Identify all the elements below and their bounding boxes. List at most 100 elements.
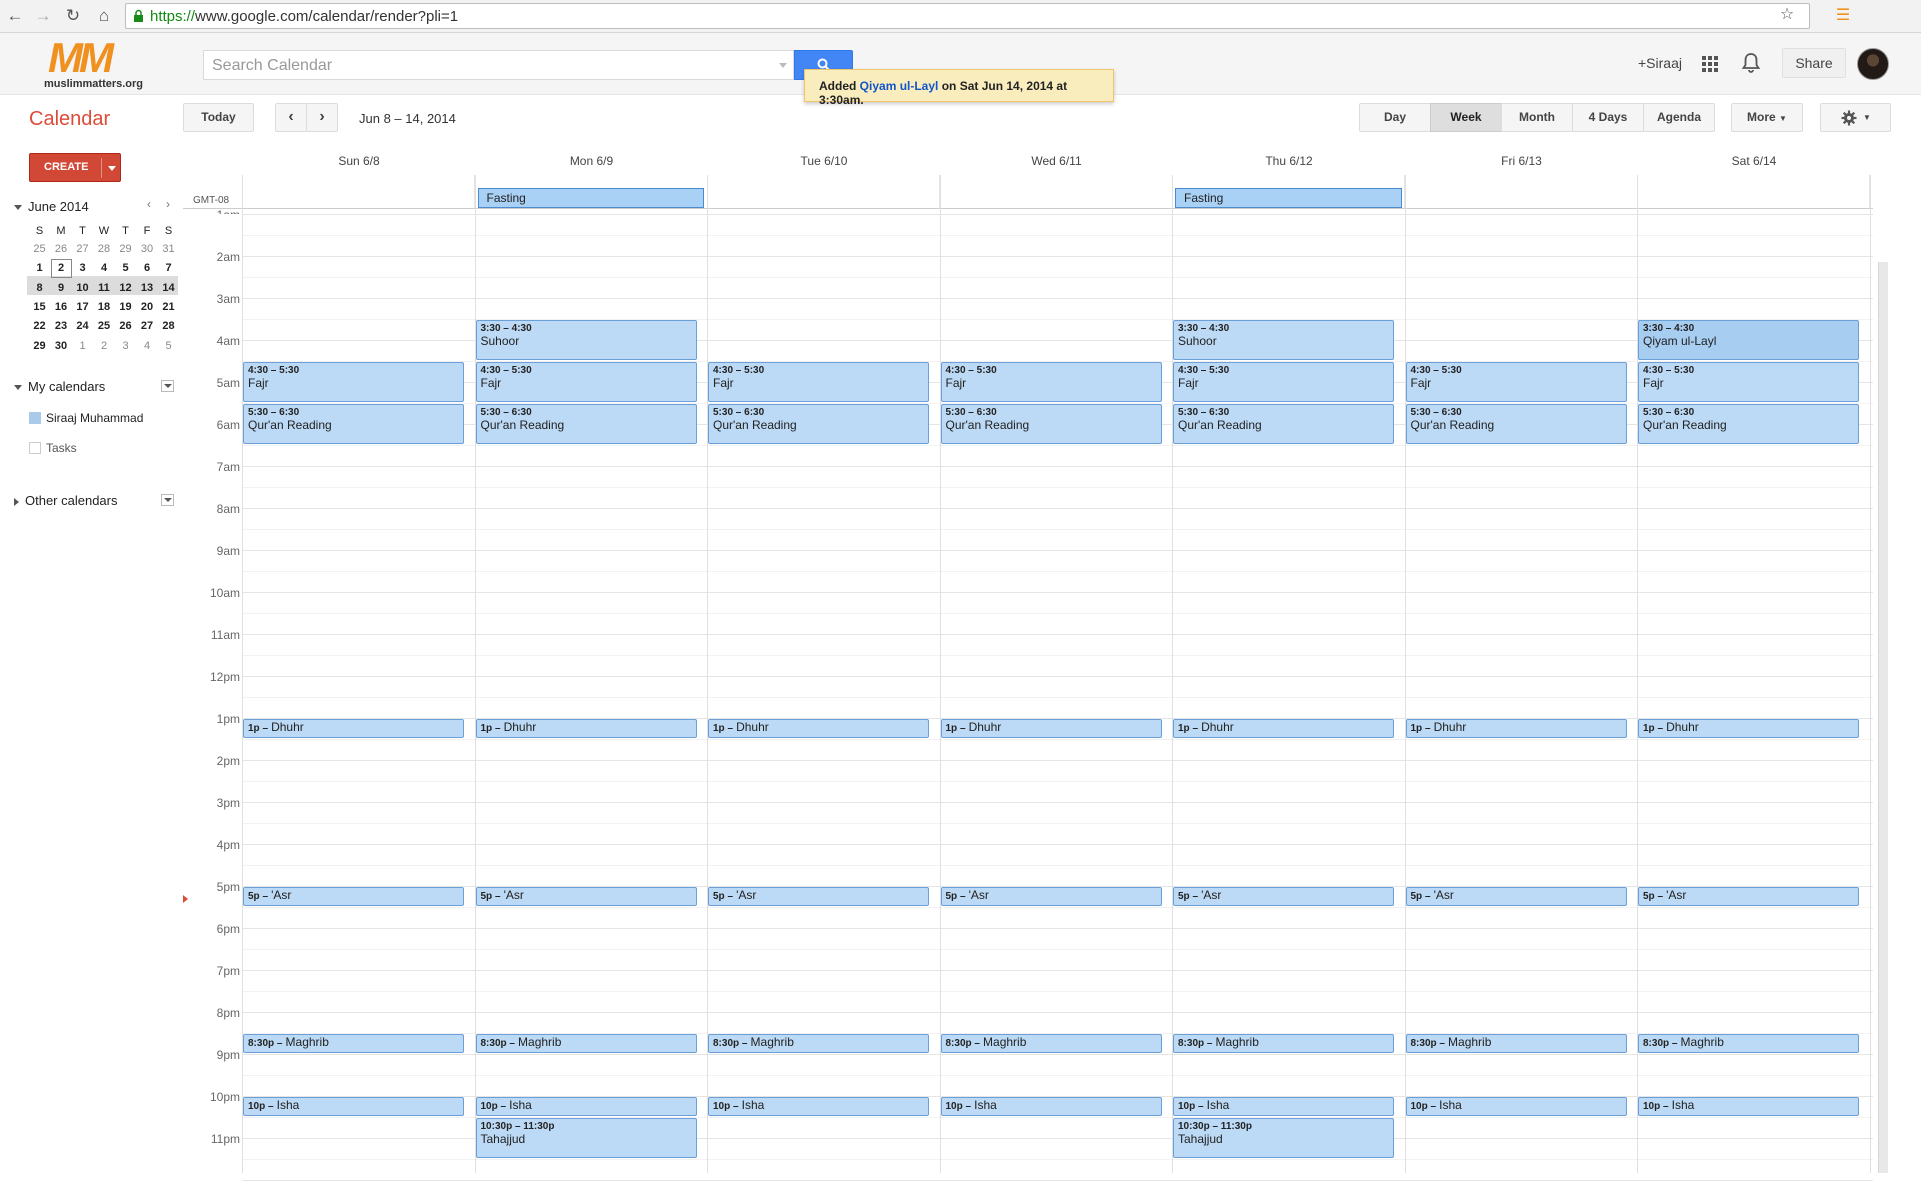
- menu-icon[interactable]: ☰: [1832, 5, 1854, 27]
- mini-day[interactable]: 12: [115, 279, 136, 298]
- calendar-event[interactable]: 4:30 – 5:30 Fajr: [243, 362, 464, 402]
- calendar-event[interactable]: 5:30 – 6:30 Qur'an Reading: [1405, 404, 1627, 444]
- calendar-event[interactable]: 8:30p – Maghrib: [1638, 1034, 1859, 1053]
- calendar-item-tasks[interactable]: Tasks: [29, 441, 77, 455]
- forward-arrow-icon[interactable]: →: [32, 5, 54, 27]
- mini-day[interactable]: 1: [29, 259, 50, 278]
- notifications-bell-icon[interactable]: [1741, 52, 1761, 74]
- mini-day[interactable]: 13: [137, 279, 158, 298]
- mini-day[interactable]: 2: [94, 337, 115, 356]
- calendar-event[interactable]: 4:30 – 5:30 Fajr: [940, 362, 1162, 402]
- notification-event-link[interactable]: Qiyam ul-Layl: [860, 79, 939, 93]
- today-button[interactable]: Today: [183, 103, 254, 132]
- day-header[interactable]: Sun 6/8: [243, 154, 475, 168]
- calendar-event[interactable]: 10p – Isha: [243, 1097, 464, 1116]
- mini-next-month-icon[interactable]: ›: [166, 197, 170, 211]
- allday-cell[interactable]: [243, 175, 475, 208]
- more-button[interactable]: More ▼: [1731, 103, 1803, 132]
- mini-day[interactable]: 3: [115, 337, 136, 356]
- calendar-event[interactable]: 5:30 – 6:30 Qur'an Reading: [475, 404, 697, 444]
- user-name-link[interactable]: +Siraaj: [1638, 55, 1682, 71]
- mini-day[interactable]: 25: [29, 240, 50, 259]
- calendar-event[interactable]: 5:30 – 6:30 Qur'an Reading: [708, 404, 929, 444]
- mini-day[interactable]: 3: [72, 259, 93, 278]
- other-calendars-menu-icon[interactable]: [161, 494, 174, 506]
- view-week-button[interactable]: Week: [1430, 103, 1502, 132]
- calendar-event[interactable]: 10:30p – 11:30p Tahajjud: [1173, 1118, 1394, 1158]
- calendar-event[interactable]: 10p – Isha: [475, 1097, 697, 1116]
- mini-day[interactable]: 31: [158, 240, 179, 259]
- share-button[interactable]: Share: [1782, 48, 1846, 78]
- calendar-event[interactable]: 8:30p – Maghrib: [1405, 1034, 1627, 1053]
- view-4days-button[interactable]: 4 Days: [1572, 103, 1644, 132]
- settings-button[interactable]: ▼: [1820, 103, 1891, 132]
- prev-week-button[interactable]: ‹: [275, 103, 307, 132]
- mini-day[interactable]: 28: [158, 317, 179, 336]
- allday-event[interactable]: Fasting: [477, 188, 704, 208]
- mini-day[interactable]: 19: [115, 298, 136, 317]
- calendar-event[interactable]: 3:30 – 4:30 Suhoor: [475, 320, 697, 360]
- mini-day[interactable]: 11: [94, 279, 115, 298]
- reload-icon[interactable]: ↻: [62, 5, 84, 27]
- my-calendars-header[interactable]: My calendars: [14, 379, 105, 394]
- day-header[interactable]: Wed 6/11: [941, 154, 1173, 168]
- calendar-event[interactable]: 5p – 'Asr: [1638, 887, 1859, 906]
- other-calendars-header[interactable]: Other calendars: [14, 493, 118, 508]
- calendar-event[interactable]: 4:30 – 5:30 Fajr: [1173, 362, 1394, 402]
- calendar-event[interactable]: 5:30 – 6:30 Qur'an Reading: [1173, 404, 1394, 444]
- mini-day[interactable]: 6: [137, 259, 158, 278]
- calendar-event[interactable]: 1p – Dhuhr: [1405, 719, 1627, 738]
- apps-grid-icon[interactable]: [1701, 55, 1719, 73]
- view-agenda-button[interactable]: Agenda: [1643, 103, 1715, 132]
- mini-day[interactable]: 15: [29, 298, 50, 317]
- calendar-event[interactable]: 3:30 – 4:30 Suhoor: [1173, 320, 1394, 360]
- mini-day[interactable]: 5: [115, 259, 136, 278]
- calendar-event[interactable]: 1p – Dhuhr: [243, 719, 464, 738]
- mini-day[interactable]: 5: [158, 337, 179, 356]
- mini-day[interactable]: 14: [158, 279, 179, 298]
- view-day-button[interactable]: Day: [1359, 103, 1431, 132]
- calendar-event[interactable]: 5p – 'Asr: [708, 887, 929, 906]
- mini-prev-month-icon[interactable]: ‹: [147, 197, 151, 211]
- back-arrow-icon[interactable]: ←: [4, 5, 26, 27]
- calendar-event[interactable]: 10p – Isha: [940, 1097, 1162, 1116]
- mini-day[interactable]: 26: [115, 317, 136, 336]
- create-dropdown-icon[interactable]: [108, 166, 116, 171]
- day-header[interactable]: Fri 6/13: [1406, 154, 1638, 168]
- mini-day[interactable]: 1: [72, 337, 93, 356]
- calendar-event[interactable]: 1p – Dhuhr: [940, 719, 1162, 738]
- calendar-event[interactable]: 4:30 – 5:30 Fajr: [475, 362, 697, 402]
- day-header[interactable]: Mon 6/9: [476, 154, 708, 168]
- address-bar[interactable]: https://www.google.com/calendar/render?p…: [125, 3, 1810, 29]
- mini-day[interactable]: 18: [94, 298, 115, 317]
- search-options-icon[interactable]: [779, 63, 787, 68]
- calendar-event[interactable]: 10p – Isha: [1173, 1097, 1394, 1116]
- mini-day[interactable]: 21: [158, 298, 179, 317]
- mini-day[interactable]: 8: [29, 279, 50, 298]
- allday-cell[interactable]: [1406, 175, 1638, 208]
- calendar-event[interactable]: 5:30 – 6:30 Qur'an Reading: [243, 404, 464, 444]
- grid-scrollbar[interactable]: [1878, 262, 1888, 1173]
- calendar-event[interactable]: 8:30p – Maghrib: [475, 1034, 697, 1053]
- calendar-event[interactable]: 5p – 'Asr: [243, 887, 464, 906]
- mini-day[interactable]: 7: [158, 259, 179, 278]
- calendar-event[interactable]: 4:30 – 5:30 Fajr: [1405, 362, 1627, 402]
- create-button[interactable]: CREATE: [29, 153, 121, 182]
- mini-day[interactable]: 17: [72, 298, 93, 317]
- home-icon[interactable]: ⌂: [93, 5, 115, 27]
- calendar-event[interactable]: 8:30p – Maghrib: [243, 1034, 464, 1053]
- allday-cell[interactable]: [1638, 175, 1870, 208]
- mini-day[interactable]: 4: [94, 259, 115, 278]
- calendar-event[interactable]: 5p – 'Asr: [1405, 887, 1627, 906]
- avatar[interactable]: [1857, 48, 1889, 80]
- mini-calendar-title[interactable]: June 2014: [14, 199, 89, 214]
- mini-day[interactable]: 9: [51, 279, 72, 298]
- mini-day[interactable]: 29: [29, 337, 50, 356]
- mini-day[interactable]: 22: [29, 317, 50, 336]
- mini-day[interactable]: 26: [51, 240, 72, 259]
- calendar-event[interactable]: 5p – 'Asr: [1173, 887, 1394, 906]
- my-calendars-menu-icon[interactable]: [161, 380, 174, 392]
- calendar-event[interactable]: 8:30p – Maghrib: [940, 1034, 1162, 1053]
- mini-day[interactable]: 29: [115, 240, 136, 259]
- mini-day[interactable]: 28: [94, 240, 115, 259]
